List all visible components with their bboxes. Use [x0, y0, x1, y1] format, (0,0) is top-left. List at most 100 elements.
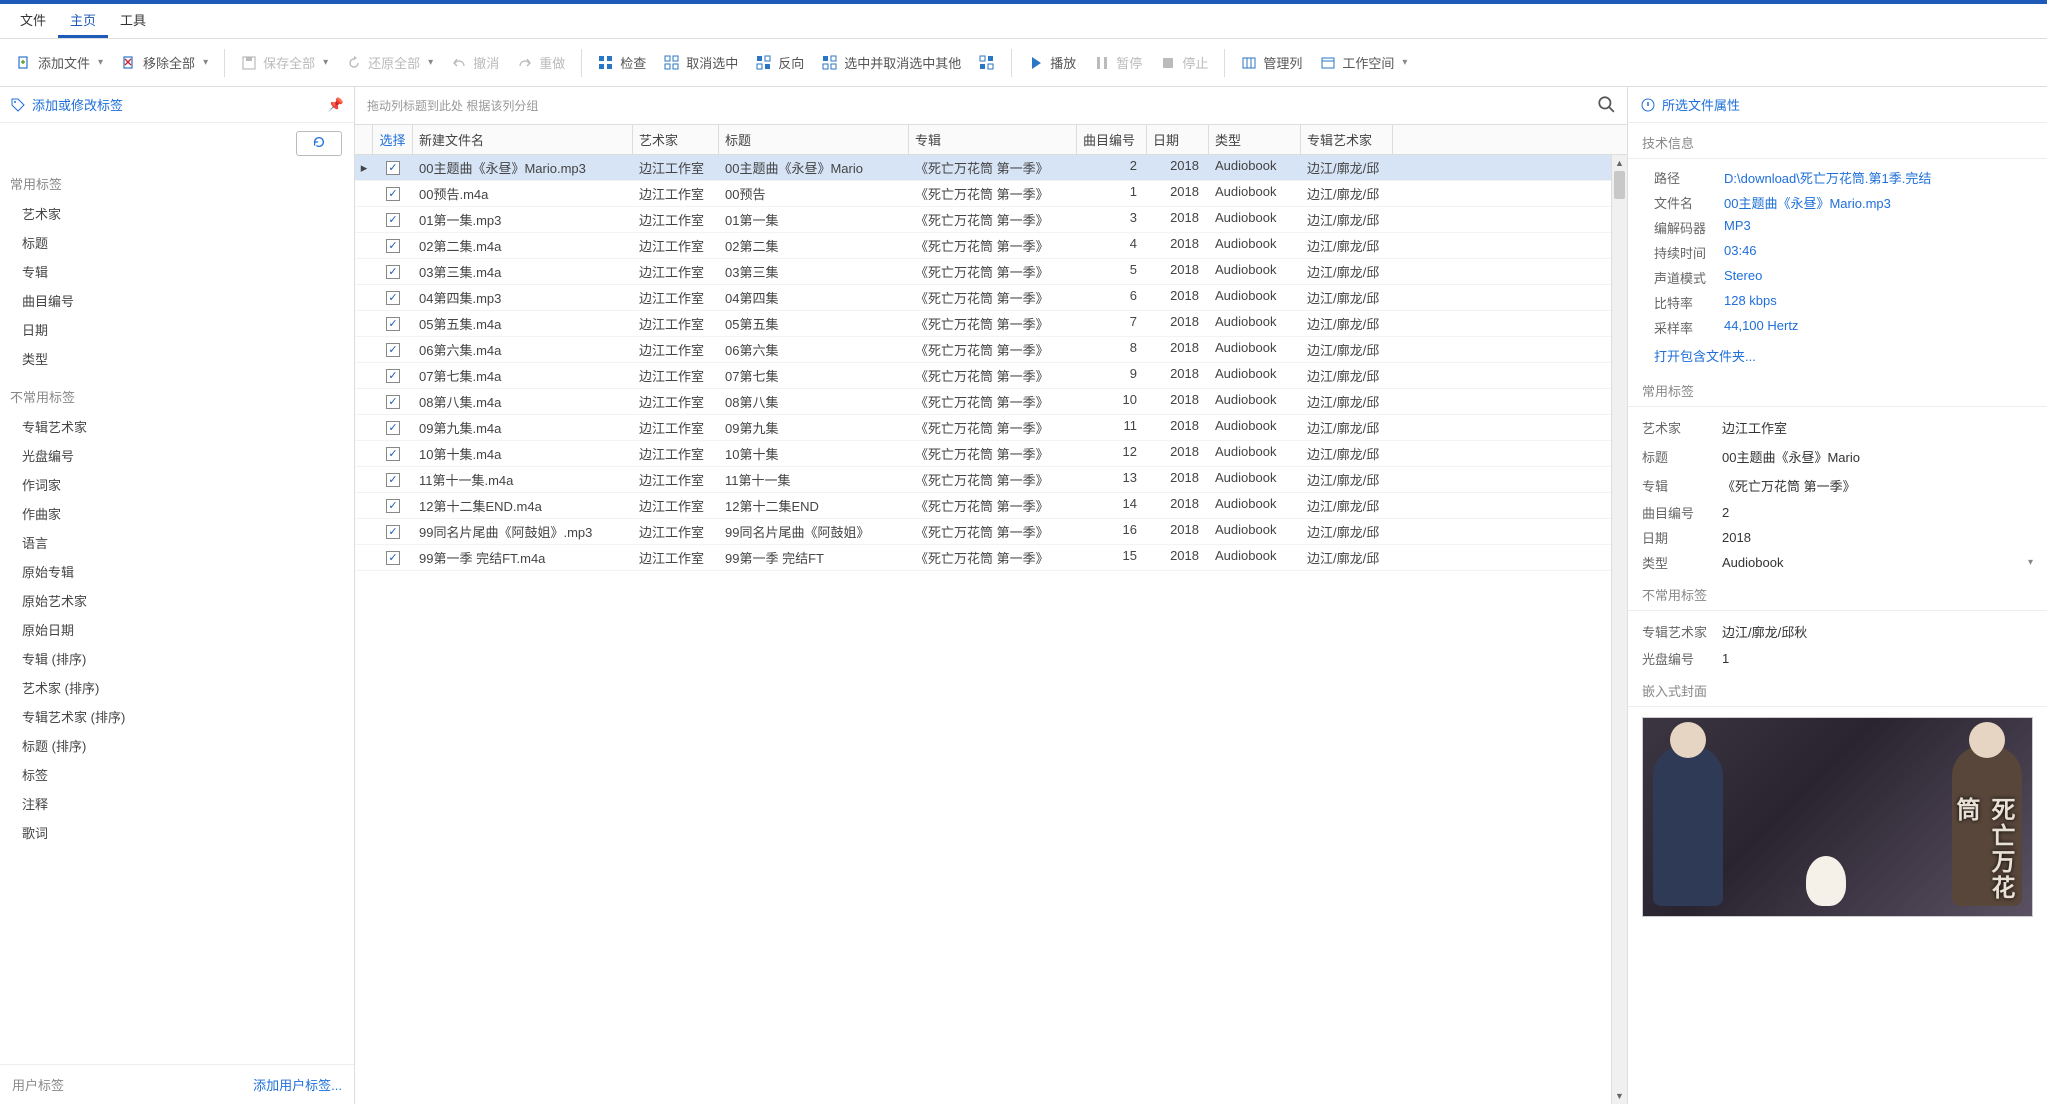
checkbox[interactable]: ✓ [386, 187, 400, 201]
uncommon-tag-item[interactable]: 原始日期 [0, 615, 354, 644]
field-artist-value[interactable]: 边江工作室 [1718, 416, 2033, 439]
pin-icon[interactable]: 📌 [328, 97, 344, 113]
table-row[interactable]: ✓09第九集.m4a边江工作室09第九集《死亡万花筒 第一季》112018Aud… [355, 415, 1627, 441]
common-tag-item[interactable]: 日期 [0, 315, 354, 344]
row-checkbox-cell[interactable]: ✓ [373, 467, 413, 492]
menu-tools[interactable]: 工具 [108, 4, 158, 38]
menu-file[interactable]: 文件 [8, 4, 58, 38]
uncommon-tag-item[interactable]: 专辑艺术家 [0, 412, 354, 441]
checkbox[interactable]: ✓ [386, 551, 400, 565]
checkbox[interactable]: ✓ [386, 161, 400, 175]
row-checkbox-cell[interactable]: ✓ [373, 285, 413, 310]
table-row[interactable]: ✓02第二集.m4a边江工作室02第二集《死亡万花筒 第一季》42018Audi… [355, 233, 1627, 259]
manage-columns-button[interactable]: 管理列 [1233, 48, 1310, 77]
uncommon-tag-item[interactable]: 注释 [0, 789, 354, 818]
col-artist[interactable]: 艺术家 [633, 125, 719, 154]
refresh-button[interactable] [296, 131, 342, 156]
row-checkbox-cell[interactable]: ✓ [373, 311, 413, 336]
checkbox[interactable]: ✓ [386, 525, 400, 539]
search-icon[interactable] [1597, 95, 1615, 116]
row-checkbox-cell[interactable]: ✓ [373, 233, 413, 258]
scroll-up-arrow[interactable]: ▲ [1612, 155, 1627, 171]
uncommon-tag-item[interactable]: 语言 [0, 528, 354, 557]
col-title[interactable]: 标题 [719, 125, 909, 154]
add-file-button[interactable]: 添加文件▾ [8, 48, 111, 77]
field-album-artist-value[interactable]: 边江/廓龙/邱秋 [1718, 620, 2033, 643]
uncommon-tag-item[interactable]: 作曲家 [0, 499, 354, 528]
field-type-value[interactable]: Audiobook [1718, 553, 2022, 572]
grid-body[interactable]: ▸✓00主题曲《永昼》Mario.mp3边江工作室00主题曲《永昼》Mario《… [355, 155, 1627, 1104]
common-tag-item[interactable]: 专辑 [0, 257, 354, 286]
col-date[interactable]: 日期 [1147, 125, 1209, 154]
table-row[interactable]: ✓04第四集.mp3边江工作室04第四集《死亡万花筒 第一季》62018Audi… [355, 285, 1627, 311]
add-user-tag-link[interactable]: 添加用户标签... [253, 1075, 342, 1094]
row-checkbox-cell[interactable]: ✓ [373, 337, 413, 362]
col-album-artist[interactable]: 专辑艺术家 [1301, 125, 1393, 154]
row-checkbox-cell[interactable]: ✓ [373, 519, 413, 544]
vertical-scrollbar[interactable]: ▲ ▼ [1611, 155, 1627, 1104]
table-row[interactable]: ✓99同名片尾曲《阿鼓姐》.mp3边江工作室99同名片尾曲《阿鼓姐》《死亡万花筒… [355, 519, 1627, 545]
common-tag-item[interactable]: 标题 [0, 228, 354, 257]
row-checkbox-cell[interactable]: ✓ [373, 493, 413, 518]
table-row[interactable]: ✓10第十集.m4a边江工作室10第十集《死亡万花筒 第一季》122018Aud… [355, 441, 1627, 467]
path-value[interactable]: D:\download\死亡万花筒.第1季.完结 [1724, 168, 1931, 187]
group-hint-bar[interactable]: 拖动列标题到此处 根据该列分组 [355, 87, 1627, 124]
table-row[interactable]: ✓06第六集.m4a边江工作室06第六集《死亡万花筒 第一季》82018Audi… [355, 337, 1627, 363]
row-checkbox-cell[interactable]: ✓ [373, 181, 413, 206]
select-others-button[interactable]: 选中并取消选中其他 [814, 48, 969, 77]
scrollbar-thumb[interactable] [1614, 171, 1625, 199]
uncommon-tag-item[interactable]: 光盘编号 [0, 441, 354, 470]
col-select[interactable]: 选择 [373, 125, 413, 154]
row-checkbox-cell[interactable]: ✓ [373, 545, 413, 570]
table-row[interactable]: ✓01第一集.mp3边江工作室01第一集《死亡万花筒 第一季》32018Audi… [355, 207, 1627, 233]
checkbox[interactable]: ✓ [386, 473, 400, 487]
table-row[interactable]: ✓00预告.m4a边江工作室00预告《死亡万花筒 第一季》12018Audiob… [355, 181, 1627, 207]
col-type[interactable]: 类型 [1209, 125, 1301, 154]
uncommon-tag-item[interactable]: 专辑 (排序) [0, 644, 354, 673]
col-album[interactable]: 专辑 [909, 125, 1077, 154]
cover-art[interactable]: 死亡万花筒 [1642, 717, 2033, 917]
table-row[interactable]: ▸✓00主题曲《永昼》Mario.mp3边江工作室00主题曲《永昼》Mario《… [355, 155, 1627, 181]
field-disc-value[interactable]: 1 [1718, 649, 2033, 668]
row-checkbox-cell[interactable]: ✓ [373, 155, 413, 180]
uncommon-tag-item[interactable]: 原始艺术家 [0, 586, 354, 615]
table-row[interactable]: ✓11第十一集.m4a边江工作室11第十一集《死亡万花筒 第一季》132018A… [355, 467, 1627, 493]
field-date-value[interactable]: 2018 [1718, 528, 2033, 547]
checkbox[interactable]: ✓ [386, 265, 400, 279]
invert-button[interactable]: 反向 [748, 48, 812, 77]
common-tag-item[interactable]: 曲目编号 [0, 286, 354, 315]
row-checkbox-cell[interactable]: ✓ [373, 441, 413, 466]
row-checkbox-cell[interactable]: ✓ [373, 389, 413, 414]
uncommon-tag-item[interactable]: 标签 [0, 760, 354, 789]
checkbox[interactable]: ✓ [386, 213, 400, 227]
field-album-value[interactable]: 《死亡万花筒 第一季》 [1718, 474, 2033, 497]
row-checkbox-cell[interactable]: ✓ [373, 207, 413, 232]
checkbox[interactable]: ✓ [386, 421, 400, 435]
menu-home[interactable]: 主页 [58, 4, 108, 38]
grid-extra-button[interactable] [971, 50, 1003, 76]
checkbox[interactable]: ✓ [386, 317, 400, 331]
field-track-value[interactable]: 2 [1718, 503, 2033, 522]
uncommon-tag-item[interactable]: 艺术家 (排序) [0, 673, 354, 702]
checkbox[interactable]: ✓ [386, 395, 400, 409]
workspace-button[interactable]: 工作空间▾ [1312, 48, 1415, 77]
table-row[interactable]: ✓99第一季 完结FT.m4a边江工作室99第一季 完结FT《死亡万花筒 第一季… [355, 545, 1627, 571]
checkbox[interactable]: ✓ [386, 343, 400, 357]
play-button[interactable]: 播放 [1020, 48, 1084, 77]
table-row[interactable]: ✓08第八集.m4a边江工作室08第八集《死亡万花筒 第一季》102018Aud… [355, 389, 1627, 415]
remove-all-button[interactable]: 移除全部▾ [113, 48, 216, 77]
filename-value[interactable]: 00主题曲《永昼》Mario.mp3 [1724, 193, 1891, 212]
checkbox[interactable]: ✓ [386, 239, 400, 253]
scroll-down-arrow[interactable]: ▼ [1612, 1088, 1627, 1104]
checkbox[interactable]: ✓ [386, 499, 400, 513]
col-track[interactable]: 曲目编号 [1077, 125, 1147, 154]
common-tag-item[interactable]: 艺术家 [0, 199, 354, 228]
table-row[interactable]: ✓12第十二集END.m4a边江工作室12第十二集END《死亡万花筒 第一季》1… [355, 493, 1627, 519]
checkbox[interactable]: ✓ [386, 369, 400, 383]
uncommon-tag-item[interactable]: 专辑艺术家 (排序) [0, 702, 354, 731]
check-button[interactable]: 检查 [590, 48, 654, 77]
table-row[interactable]: ✓05第五集.m4a边江工作室05第五集《死亡万花筒 第一季》72018Audi… [355, 311, 1627, 337]
table-row[interactable]: ✓03第三集.m4a边江工作室03第三集《死亡万花筒 第一季》52018Audi… [355, 259, 1627, 285]
uncommon-tag-item[interactable]: 歌词 [0, 818, 354, 847]
uncommon-tag-item[interactable]: 原始专辑 [0, 557, 354, 586]
